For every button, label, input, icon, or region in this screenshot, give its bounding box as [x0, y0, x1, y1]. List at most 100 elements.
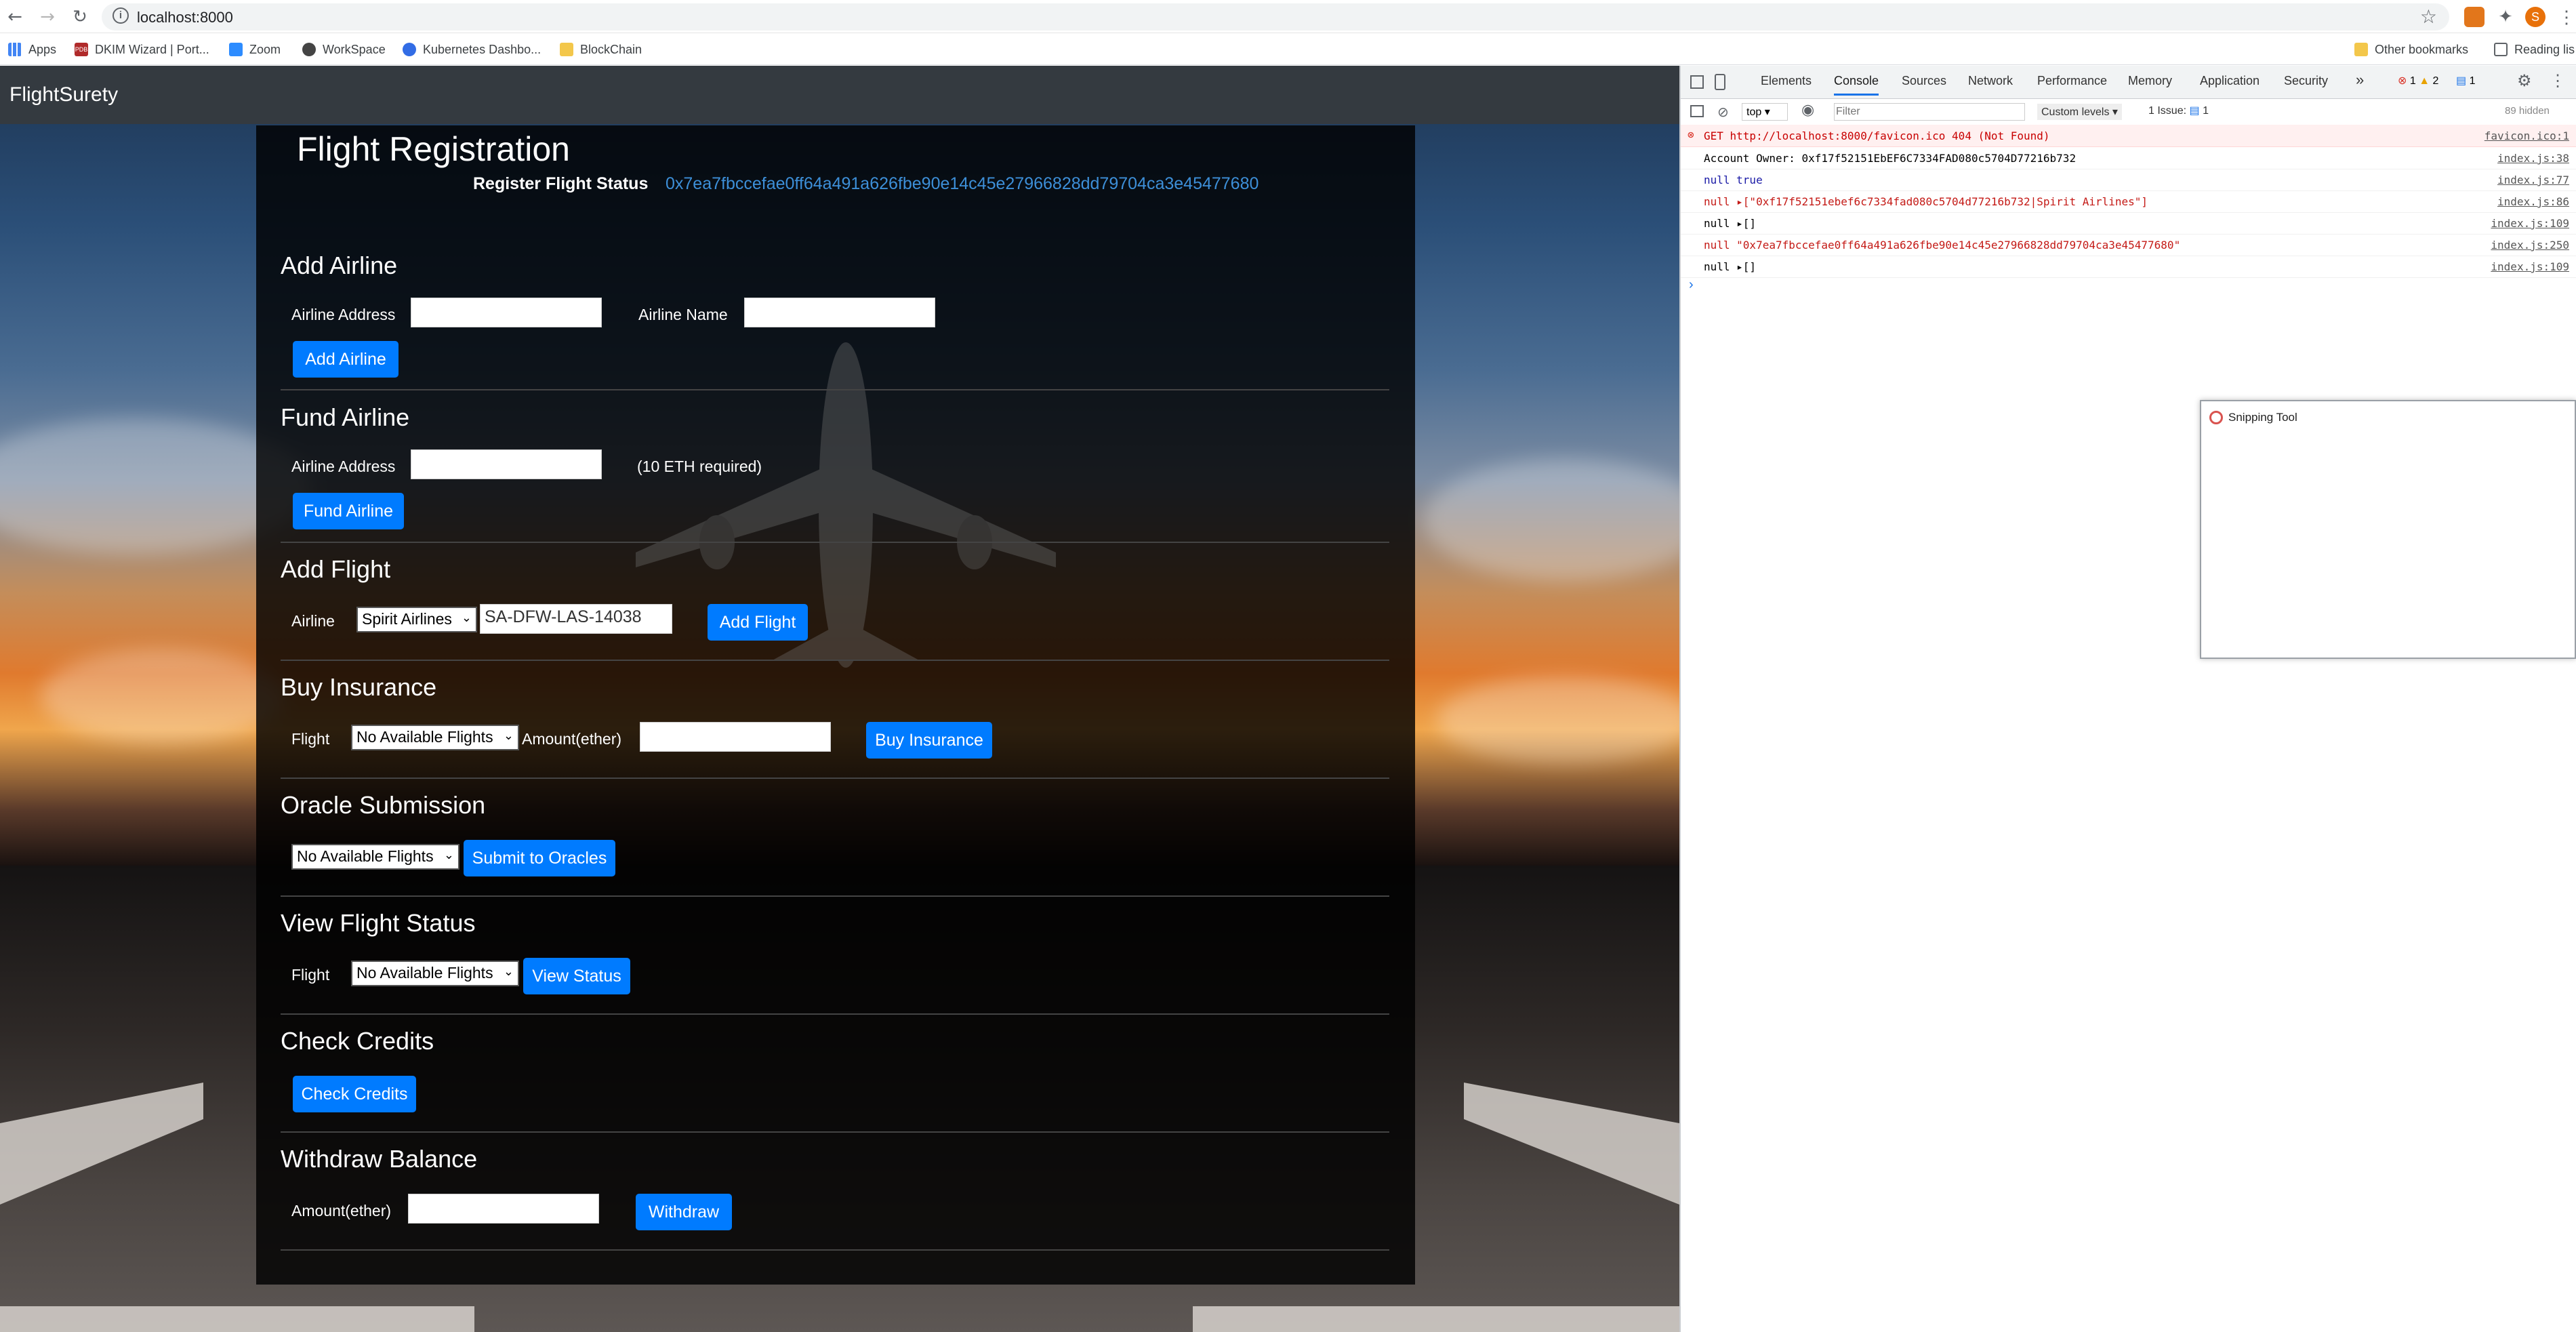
insurance-flight-label: Flight	[291, 730, 330, 748]
console-log-row[interactable]: null ▸[] index.js:109	[1681, 256, 2576, 278]
bookmark-star-icon[interactable]: ☆	[2420, 5, 2437, 28]
profile-avatar[interactable]: S	[2525, 7, 2546, 27]
section-divider	[281, 542, 1389, 543]
console-source-link[interactable]: index.js:250	[2491, 239, 2569, 251]
fund-airline-heading: Fund Airline	[281, 403, 410, 431]
withdraw-amount-input[interactable]	[408, 1194, 599, 1224]
live-expression-eye-icon[interactable]: ◉	[1801, 102, 1814, 119]
status-flight-select[interactable]: No Available Flights ⌄	[351, 961, 519, 986]
issues-counter[interactable]: 1 Issue: ▤ 1	[2148, 104, 2209, 117]
register-status-label: Register Flight Status	[473, 174, 649, 193]
messages-badge[interactable]: ▤ 1	[2456, 74, 2475, 87]
airline-name-input[interactable]	[744, 298, 935, 327]
chevron-down-icon: ⌄	[503, 729, 514, 743]
withdraw-button[interactable]: Withdraw	[636, 1194, 732, 1230]
console-source-link[interactable]: index.js:109	[2491, 217, 2569, 230]
chrome-menu-icon[interactable]: ⋮	[2558, 7, 2575, 27]
bookmark-label: Zoom	[249, 42, 281, 56]
snipping-tool-window[interactable]: Snipping Tool	[2200, 400, 2576, 659]
console-source-link[interactable]: index.js:77	[2497, 174, 2569, 186]
back-icon[interactable]: ←	[3, 5, 27, 28]
console-log-row: null "0x7ea7fbccefae0ff64a491a626fbe90e1…	[1681, 234, 2576, 256]
tab-memory[interactable]: Memory	[2128, 74, 2172, 88]
section-divider	[281, 389, 1389, 390]
inspect-element-icon[interactable]	[1690, 75, 1704, 89]
console-source-link[interactable]: index.js:109	[2491, 260, 2569, 273]
tab-network[interactable]: Network	[1968, 74, 2013, 88]
extensions-puzzle-icon[interactable]: ✦	[2495, 7, 2516, 27]
console-error-row[interactable]: ⊗ GET http://localhost:8000/favicon.ico …	[1681, 125, 2576, 147]
console-prompt[interactable]: ›	[1689, 277, 1694, 293]
oracle-flight-select[interactable]: No Available Flights ⌄	[291, 844, 459, 870]
site-navbar: FlightSurety	[0, 66, 1679, 124]
reading-list[interactable]: Reading lis	[2494, 41, 2575, 58]
console-log-row[interactable]: null ▸[] index.js:109	[1681, 212, 2576, 235]
other-bookmarks[interactable]: Other bookmarks	[2354, 41, 2468, 58]
more-tabs-button[interactable]: »	[2356, 71, 2364, 89]
tab-performance[interactable]: Performance	[2037, 74, 2107, 88]
folder-icon	[560, 43, 573, 56]
airline-address-input[interactable]	[411, 298, 602, 327]
console-filter-bar: ⊘ top ▾ ◉ Custom levels ▾ 1 Issue: ▤ 1 8…	[1681, 99, 2576, 125]
address-bar[interactable]: i localhost:8000 ☆	[102, 3, 2449, 31]
metamask-icon[interactable]	[2464, 7, 2485, 27]
fund-airline-address-input[interactable]	[411, 449, 602, 479]
insurance-flight-select[interactable]: No Available Flights ⌄	[351, 725, 519, 750]
submit-to-oracles-button[interactable]: Submit to Oracles	[464, 840, 615, 876]
cloud	[41, 649, 285, 744]
airline-select-label: Airline	[291, 612, 335, 630]
section-divider	[281, 778, 1389, 779]
buy-insurance-button[interactable]: Buy Insurance	[866, 722, 992, 759]
tab-security[interactable]: Security	[2284, 74, 2328, 88]
tab-sources[interactable]: Sources	[1902, 74, 1946, 88]
bookmark-workspace[interactable]: WorkSpace	[302, 41, 386, 58]
bookmark-kubernetes[interactable]: Kubernetes Dashbo...	[403, 41, 541, 58]
airline-select[interactable]: Spirit Airlines ⌄	[356, 607, 477, 632]
tab-application[interactable]: Application	[2200, 74, 2260, 88]
error-warning-badge[interactable]: ⊗ 1 ▲ 2	[2398, 74, 2438, 87]
console-source-link[interactable]: index.js:86	[2497, 195, 2569, 208]
view-status-button[interactable]: View Status	[523, 958, 630, 994]
check-credits-button[interactable]: Check Credits	[293, 1076, 416, 1112]
log-levels-value: Custom levels	[2041, 106, 2110, 118]
insurance-amount-input[interactable]	[640, 722, 831, 752]
url-text: localhost:8000	[137, 9, 233, 26]
tab-elements[interactable]: Elements	[1761, 74, 1812, 88]
console-filter-input[interactable]	[1834, 103, 2025, 121]
chevron-down-icon: ⌄	[503, 965, 514, 979]
sidebar-toggle-icon[interactable]	[1690, 105, 1704, 117]
bookmark-zoom[interactable]: Zoom	[229, 41, 281, 58]
snipping-tool-icon	[2209, 411, 2223, 424]
section-divider	[281, 1131, 1389, 1133]
add-airline-button[interactable]: Add Airline	[293, 341, 398, 378]
console-source-link[interactable]: favicon.ico:1	[2485, 129, 2569, 142]
brand-link[interactable]: FlightSurety	[9, 83, 118, 106]
settings-gear-icon[interactable]: ⚙	[2517, 71, 2532, 90]
forward-icon[interactable]: →	[35, 5, 60, 28]
bookmark-apps[interactable]: Apps	[8, 41, 56, 58]
bookmark-blockchain[interactable]: BlockChain	[560, 41, 642, 58]
log-levels-dropdown[interactable]: Custom levels ▾	[2037, 104, 2122, 120]
error-icon: ⊗	[2398, 75, 2407, 87]
section-divider	[281, 1249, 1389, 1251]
device-toolbar-icon[interactable]	[1715, 74, 1725, 90]
fund-airline-button[interactable]: Fund Airline	[293, 493, 404, 529]
context-select-value: top	[1746, 106, 1762, 118]
console-log-row[interactable]: null ▸["0xf17f52151ebef6c7334fad080c5704…	[1681, 190, 2576, 213]
site-info-icon[interactable]: i	[113, 7, 129, 24]
add-flight-button[interactable]: Add Flight	[708, 604, 808, 641]
console-source-link[interactable]: index.js:38	[2497, 152, 2569, 165]
context-select[interactable]: top ▾	[1742, 103, 1788, 121]
warning-icon: ▲	[2419, 75, 2430, 87]
flight-number-input[interactable]: SA-DFW-LAS-14038	[480, 604, 672, 634]
airline-name-label: Airline Name	[638, 306, 728, 323]
add-flight-heading: Add Flight	[281, 555, 391, 583]
clear-console-icon[interactable]: ⊘	[1717, 104, 1729, 120]
reload-icon[interactable]: ↻	[68, 5, 92, 28]
bookmark-dkim-wizard[interactable]: PDB DKIM Wizard | Port...	[75, 41, 209, 58]
bookmark-label: Reading lis	[2514, 42, 2575, 56]
oracle-submission-heading: Oracle Submission	[281, 791, 486, 819]
devtools-menu-icon[interactable]: ⋮	[2550, 71, 2566, 91]
runway-marking	[1193, 1306, 1679, 1332]
tab-console[interactable]: Console	[1834, 74, 1879, 96]
